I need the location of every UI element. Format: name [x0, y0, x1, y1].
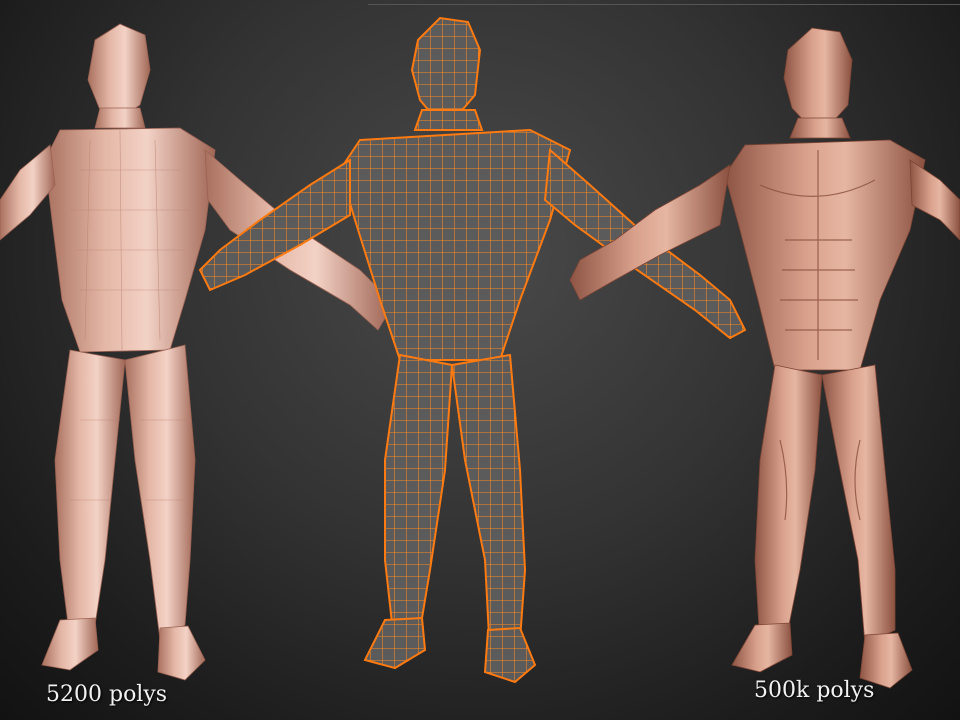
- 3d-viewport[interactable]: 5200 polys 500k polys: [0, 0, 960, 720]
- high-detail-caption: 500k polys: [754, 678, 875, 703]
- high-detail-model[interactable]: [560, 0, 960, 720]
- low-poly-caption: 5200 polys: [46, 682, 168, 707]
